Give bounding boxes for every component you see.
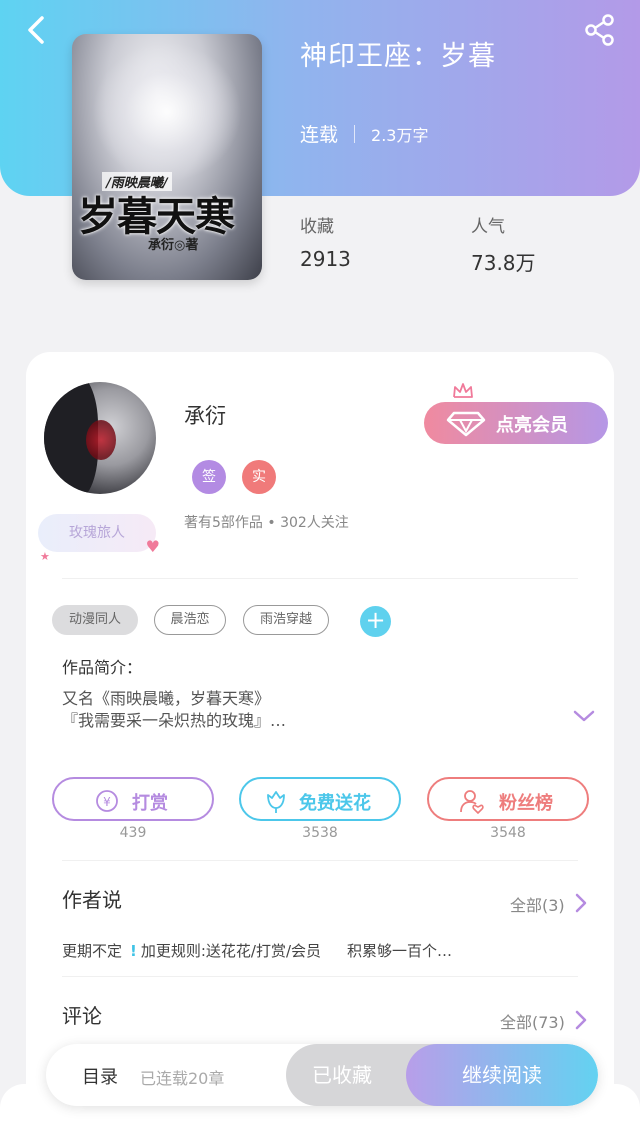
stat-favorites: 收藏 2913 [300, 212, 351, 271]
catalog-button[interactable]: 目录 [82, 1063, 118, 1089]
fan-ranking-button[interactable]: 粉丝榜 [427, 777, 589, 821]
tag-anime[interactable]: 动漫同人 [52, 605, 138, 635]
stat-value: 2913 [300, 247, 351, 271]
author-says-title: 作者说 [62, 888, 122, 912]
comments-title: 评论 [62, 1004, 102, 1028]
cover-author: 承衍◎著 [148, 238, 199, 253]
send-flower-label: 免费送花 [299, 793, 371, 814]
vip-button-label: 点亮会员 [496, 415, 568, 436]
avatar-rose [86, 420, 116, 460]
stat-value: 73.8万 [471, 251, 536, 275]
note-item[interactable]: 更期不定 [62, 942, 122, 960]
tip-label: 打赏 [132, 793, 168, 814]
intro-title: 作品简介： [62, 658, 143, 677]
add-tag-button[interactable]: + [360, 606, 391, 637]
stat-label: 人气 [471, 217, 505, 237]
fan-ranking-label: 粉丝榜 [499, 793, 553, 814]
book-status: 连载 [300, 124, 339, 146]
book-meta: 连载 2.3万字 [300, 120, 428, 147]
book-title: 神印王座：岁暮 [300, 41, 496, 72]
send-flower-button[interactable]: 免费送花 [239, 777, 401, 821]
chevron-down-icon[interactable] [572, 708, 596, 724]
tag-yuhao[interactable]: 雨浩穿越 [243, 605, 329, 635]
author-says-all-link[interactable]: 全部(3) [510, 892, 565, 916]
divider [62, 860, 578, 861]
cover-illustration [92, 42, 242, 182]
signed-badge: 签 [192, 460, 226, 494]
heart-icon: ♥ [145, 537, 160, 556]
diamond-icon [446, 411, 486, 437]
chevron-right-icon[interactable] [574, 1009, 588, 1031]
tip-button[interactable]: ¥ 打赏 [52, 777, 214, 821]
word-count: 2.3万字 [371, 126, 429, 145]
crown-icon [453, 383, 473, 398]
share-icon[interactable] [582, 12, 618, 48]
author-info: 著有5部作品 • 302人关注 [184, 515, 349, 531]
author-avatar[interactable] [44, 382, 156, 494]
star-icon: ★ [40, 550, 50, 563]
svg-text:¥: ¥ [103, 795, 111, 809]
fan-count: 3548 [490, 825, 526, 841]
flower-icon [267, 791, 285, 813]
meta-divider [354, 125, 356, 143]
verified-badge: 实 [242, 460, 276, 494]
continue-reading-button[interactable]: 继续阅读 [406, 1044, 598, 1106]
rose-badge-label: 玫瑰旅人 [69, 525, 125, 541]
divider [62, 976, 578, 977]
stat-popularity: 人气 73.8万 [471, 212, 536, 276]
note-item[interactable]: 加更规则:送花花/打赏/会员 [141, 942, 321, 960]
flower-count: 3538 [302, 825, 338, 841]
author-notes: 更期不定! 加更规则:送花花/打赏/会员 积累够一百个… [62, 940, 452, 961]
yen-icon: ¥ [96, 790, 118, 812]
vip-button[interactable]: 点亮会员 [424, 402, 608, 444]
chapter-count: 已连载20章 [140, 1069, 225, 1088]
rose-traveler-badge: 玫瑰旅人 ♥ ★ [38, 514, 160, 563]
chevron-right-icon[interactable] [574, 892, 588, 914]
note-item[interactable]: 积累够一百个… [347, 942, 452, 960]
tip-count: 439 [119, 825, 147, 841]
stat-label: 收藏 [300, 217, 334, 237]
fan-icon [460, 790, 484, 814]
tag-chenhao[interactable]: 晨浩恋 [154, 605, 226, 635]
book-cover-image[interactable]: /雨映晨曦/ 岁暮天寒 承衍◎著 [72, 34, 262, 280]
comments-all-link[interactable]: 全部(73) [500, 1009, 565, 1033]
exclamation-icon: ! [130, 942, 137, 960]
back-arrow-icon[interactable] [20, 12, 56, 48]
divider [62, 578, 578, 579]
author-name[interactable]: 承衍 [184, 400, 226, 430]
intro-text: 又名《雨映晨曦，岁暮天寒》 『我需要采一朵炽热的玫瑰』… [62, 689, 287, 730]
bottom-action-bar: 目录 已连载20章 已收藏 继续阅读 [46, 1044, 598, 1106]
